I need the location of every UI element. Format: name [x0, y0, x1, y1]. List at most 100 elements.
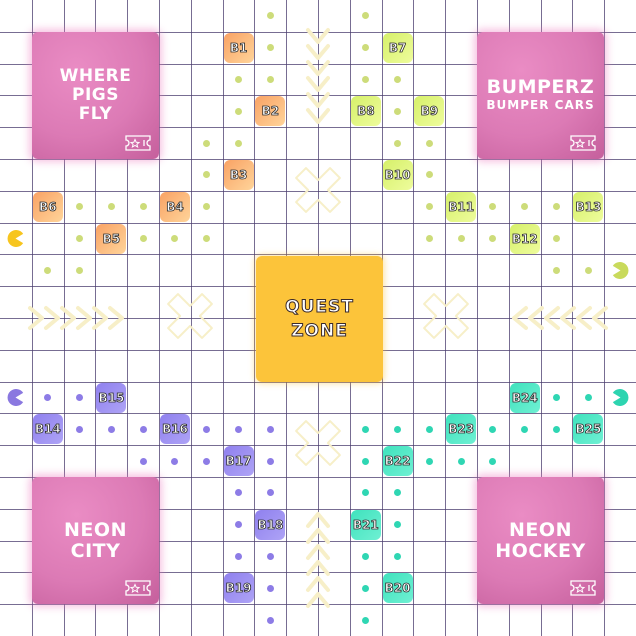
path-dot: [139, 235, 147, 242]
chevron-left-icon: [544, 306, 560, 330]
ticket-star-icon: [125, 580, 151, 596]
path-dot: [425, 139, 433, 147]
cross-marker-icon: [295, 420, 341, 466]
path-dot: [266, 76, 274, 83]
board-tile-b25[interactable]: B25: [573, 414, 604, 445]
path-dot: [203, 425, 211, 433]
board-tile-b14[interactable]: B14: [32, 414, 63, 445]
path-dot: [76, 266, 83, 274]
cross-marker-icon: [295, 167, 341, 213]
path-dot: [76, 235, 83, 242]
chevron-left-icon: [528, 306, 544, 330]
attraction-name: WHERE PIGS FLY: [59, 66, 132, 124]
path-dot: [235, 553, 242, 560]
attraction-neon-hockey[interactable]: NEON HOCKEY: [477, 477, 604, 604]
path-dot: [425, 457, 433, 465]
path-dot: [394, 139, 401, 147]
chevron-left-icon: [592, 306, 608, 330]
board-tile-b24[interactable]: B24: [509, 382, 540, 413]
path-dot: [76, 425, 83, 433]
path-dot: [203, 139, 211, 147]
attraction-where-pigs-fly[interactable]: WHERE PIGS FLY: [32, 32, 159, 159]
chevron-right-icon: [108, 306, 124, 330]
path-dot: [362, 616, 370, 624]
game-board: WHERE PIGS FLY BUMPERZ BUMPER CARS NEON …: [0, 0, 636, 636]
chevron-up-icon: [306, 544, 330, 560]
path-dot: [235, 425, 242, 433]
quest-zone[interactable]: QUEST ZONE: [256, 256, 383, 382]
pacman-player-icon[interactable]: [612, 389, 629, 406]
attraction-subtitle: BUMPER CARS: [486, 98, 595, 112]
attraction-name: NEON HOCKEY: [495, 518, 586, 562]
chevron-right-icon: [60, 306, 76, 330]
path-dot: [266, 44, 274, 52]
attraction-bumperz[interactable]: BUMPERZ BUMPER CARS: [477, 32, 604, 159]
board-tile-b8[interactable]: B8: [350, 96, 381, 127]
board-tile-b12[interactable]: B12: [509, 223, 540, 254]
pacman-player-icon[interactable]: [612, 261, 629, 279]
path-dot: [394, 425, 401, 433]
board-tile-b4[interactable]: B4: [160, 191, 190, 222]
board-tile-b19[interactable]: B19: [223, 573, 254, 604]
path-dot: [394, 553, 401, 560]
path-dot: [362, 457, 370, 465]
board-tile-b3[interactable]: B3: [223, 160, 254, 190]
board-tile-b1[interactable]: B1: [223, 32, 254, 63]
board-tile-b6[interactable]: B6: [32, 191, 63, 222]
board-tile-b16[interactable]: B16: [160, 414, 190, 445]
path-dot: [266, 584, 274, 592]
path-dot: [394, 107, 401, 115]
board-tile-b21[interactable]: B21: [350, 509, 381, 540]
board-tile-b17[interactable]: B17: [223, 446, 254, 477]
path-dot: [362, 584, 370, 592]
board-tile-b15[interactable]: B15: [96, 382, 127, 413]
attraction-neon-city[interactable]: NEON CITY: [32, 477, 159, 604]
path-dot: [553, 425, 560, 433]
path-dot: [266, 553, 274, 560]
chevron-up-icon: [306, 528, 330, 544]
chevron-right-icon: [92, 306, 108, 330]
path-dot: [266, 457, 274, 465]
path-dot: [489, 457, 497, 465]
chevron-down-icon: [306, 76, 330, 92]
board-tile-b20[interactable]: B20: [382, 573, 413, 604]
ticket-star-icon: [125, 135, 151, 151]
chevron-down-icon: [306, 28, 330, 44]
chevron-up-icon: [306, 512, 330, 528]
chevron-down-icon: [306, 44, 330, 60]
chevron-left-icon: [560, 306, 576, 330]
board-tile-b11[interactable]: B11: [446, 191, 477, 222]
chevron-up-icon: [306, 592, 330, 608]
path-dot: [107, 425, 115, 433]
path-dot: [553, 266, 560, 274]
board-tile-b13[interactable]: B13: [573, 191, 604, 222]
board-tile-b23[interactable]: B23: [446, 414, 477, 445]
board-tile-b18[interactable]: B18: [255, 509, 286, 540]
path-dot: [44, 266, 52, 274]
path-dot: [457, 457, 465, 465]
path-dot: [235, 139, 242, 147]
path-dot: [394, 76, 401, 83]
board-tile-b2[interactable]: B2: [255, 96, 286, 127]
pacman-player-icon[interactable]: [7, 389, 24, 406]
chevron-right-icon: [76, 306, 92, 330]
board-tile-b22[interactable]: B22: [382, 446, 413, 477]
chevron-down-icon: [306, 108, 330, 124]
quest-zone-line2: ZONE: [291, 321, 348, 342]
chevron-left-icon: [512, 306, 528, 330]
path-dot: [266, 616, 274, 624]
path-dot: [139, 425, 147, 433]
attraction-name: NEON CITY: [64, 518, 127, 562]
ticket-star-icon: [570, 135, 596, 151]
path-dot: [584, 394, 592, 401]
pacman-player-icon[interactable]: [7, 230, 24, 247]
path-dot: [203, 457, 211, 465]
board-tile-b7[interactable]: B7: [382, 32, 413, 63]
board-tile-b5[interactable]: B5: [96, 223, 127, 254]
ticket-star-icon: [570, 580, 596, 596]
board-tile-b9[interactable]: B9: [414, 96, 445, 127]
board-tile-b10[interactable]: B10: [382, 160, 413, 190]
cross-marker-icon: [423, 293, 469, 339]
chevron-up-icon: [306, 560, 330, 576]
attraction-name: BUMPERZ: [486, 76, 595, 98]
